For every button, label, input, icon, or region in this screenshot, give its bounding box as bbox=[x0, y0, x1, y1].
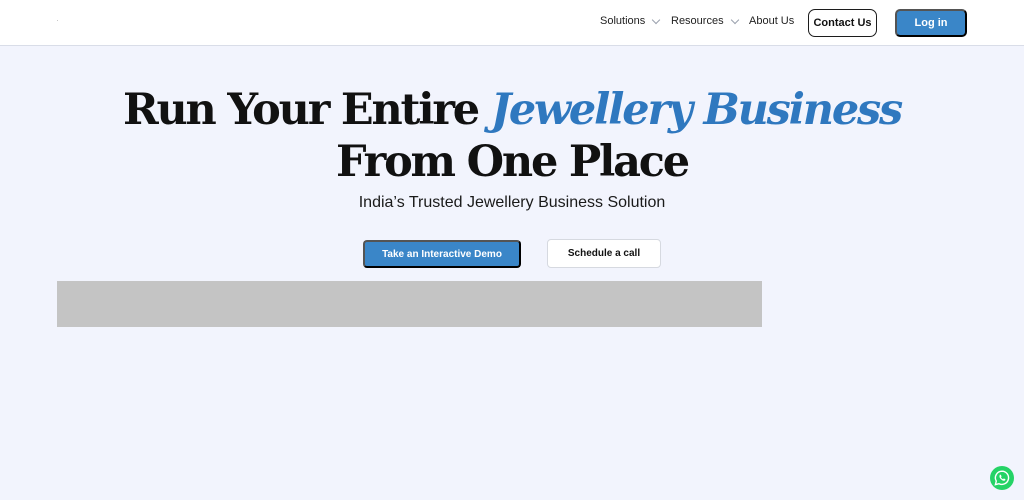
nav-resources[interactable]: Resources bbox=[671, 15, 739, 27]
contact-us-button[interactable]: Contact Us bbox=[808, 9, 877, 37]
hero-media-placeholder bbox=[57, 281, 762, 327]
hero-title-line2: From One Place bbox=[336, 137, 690, 187]
login-button[interactable]: Log in bbox=[895, 9, 967, 37]
nav-about-us[interactable]: About Us bbox=[749, 15, 794, 27]
hero-subtitle: India’s Trusted Jewellery Business Solut… bbox=[358, 194, 666, 211]
whatsapp-icon[interactable] bbox=[990, 466, 1014, 490]
hero-title-plain: Run Your Entire bbox=[122, 85, 491, 135]
schedule-call-button[interactable]: Schedule a call bbox=[547, 239, 661, 268]
chevron-down-icon bbox=[730, 15, 739, 24]
nav-solutions-label: Solutions bbox=[600, 15, 646, 27]
hero-title: Run Your Entire Jewellery Business From … bbox=[0, 84, 1024, 188]
hero-title-accent: Jewellery Business bbox=[490, 85, 904, 135]
nav-solutions[interactable]: Solutions bbox=[600, 15, 661, 27]
nav-about-us-label: About Us bbox=[749, 15, 795, 27]
nav-resources-label: Resources bbox=[671, 15, 724, 27]
whatsapp-glyph bbox=[994, 470, 1010, 486]
top-navbar: Solutions Resources About Us Contact Us … bbox=[0, 0, 1024, 46]
interactive-demo-button[interactable]: Take an Interactive Demo bbox=[363, 240, 521, 268]
chevron-down-icon bbox=[652, 15, 661, 24]
